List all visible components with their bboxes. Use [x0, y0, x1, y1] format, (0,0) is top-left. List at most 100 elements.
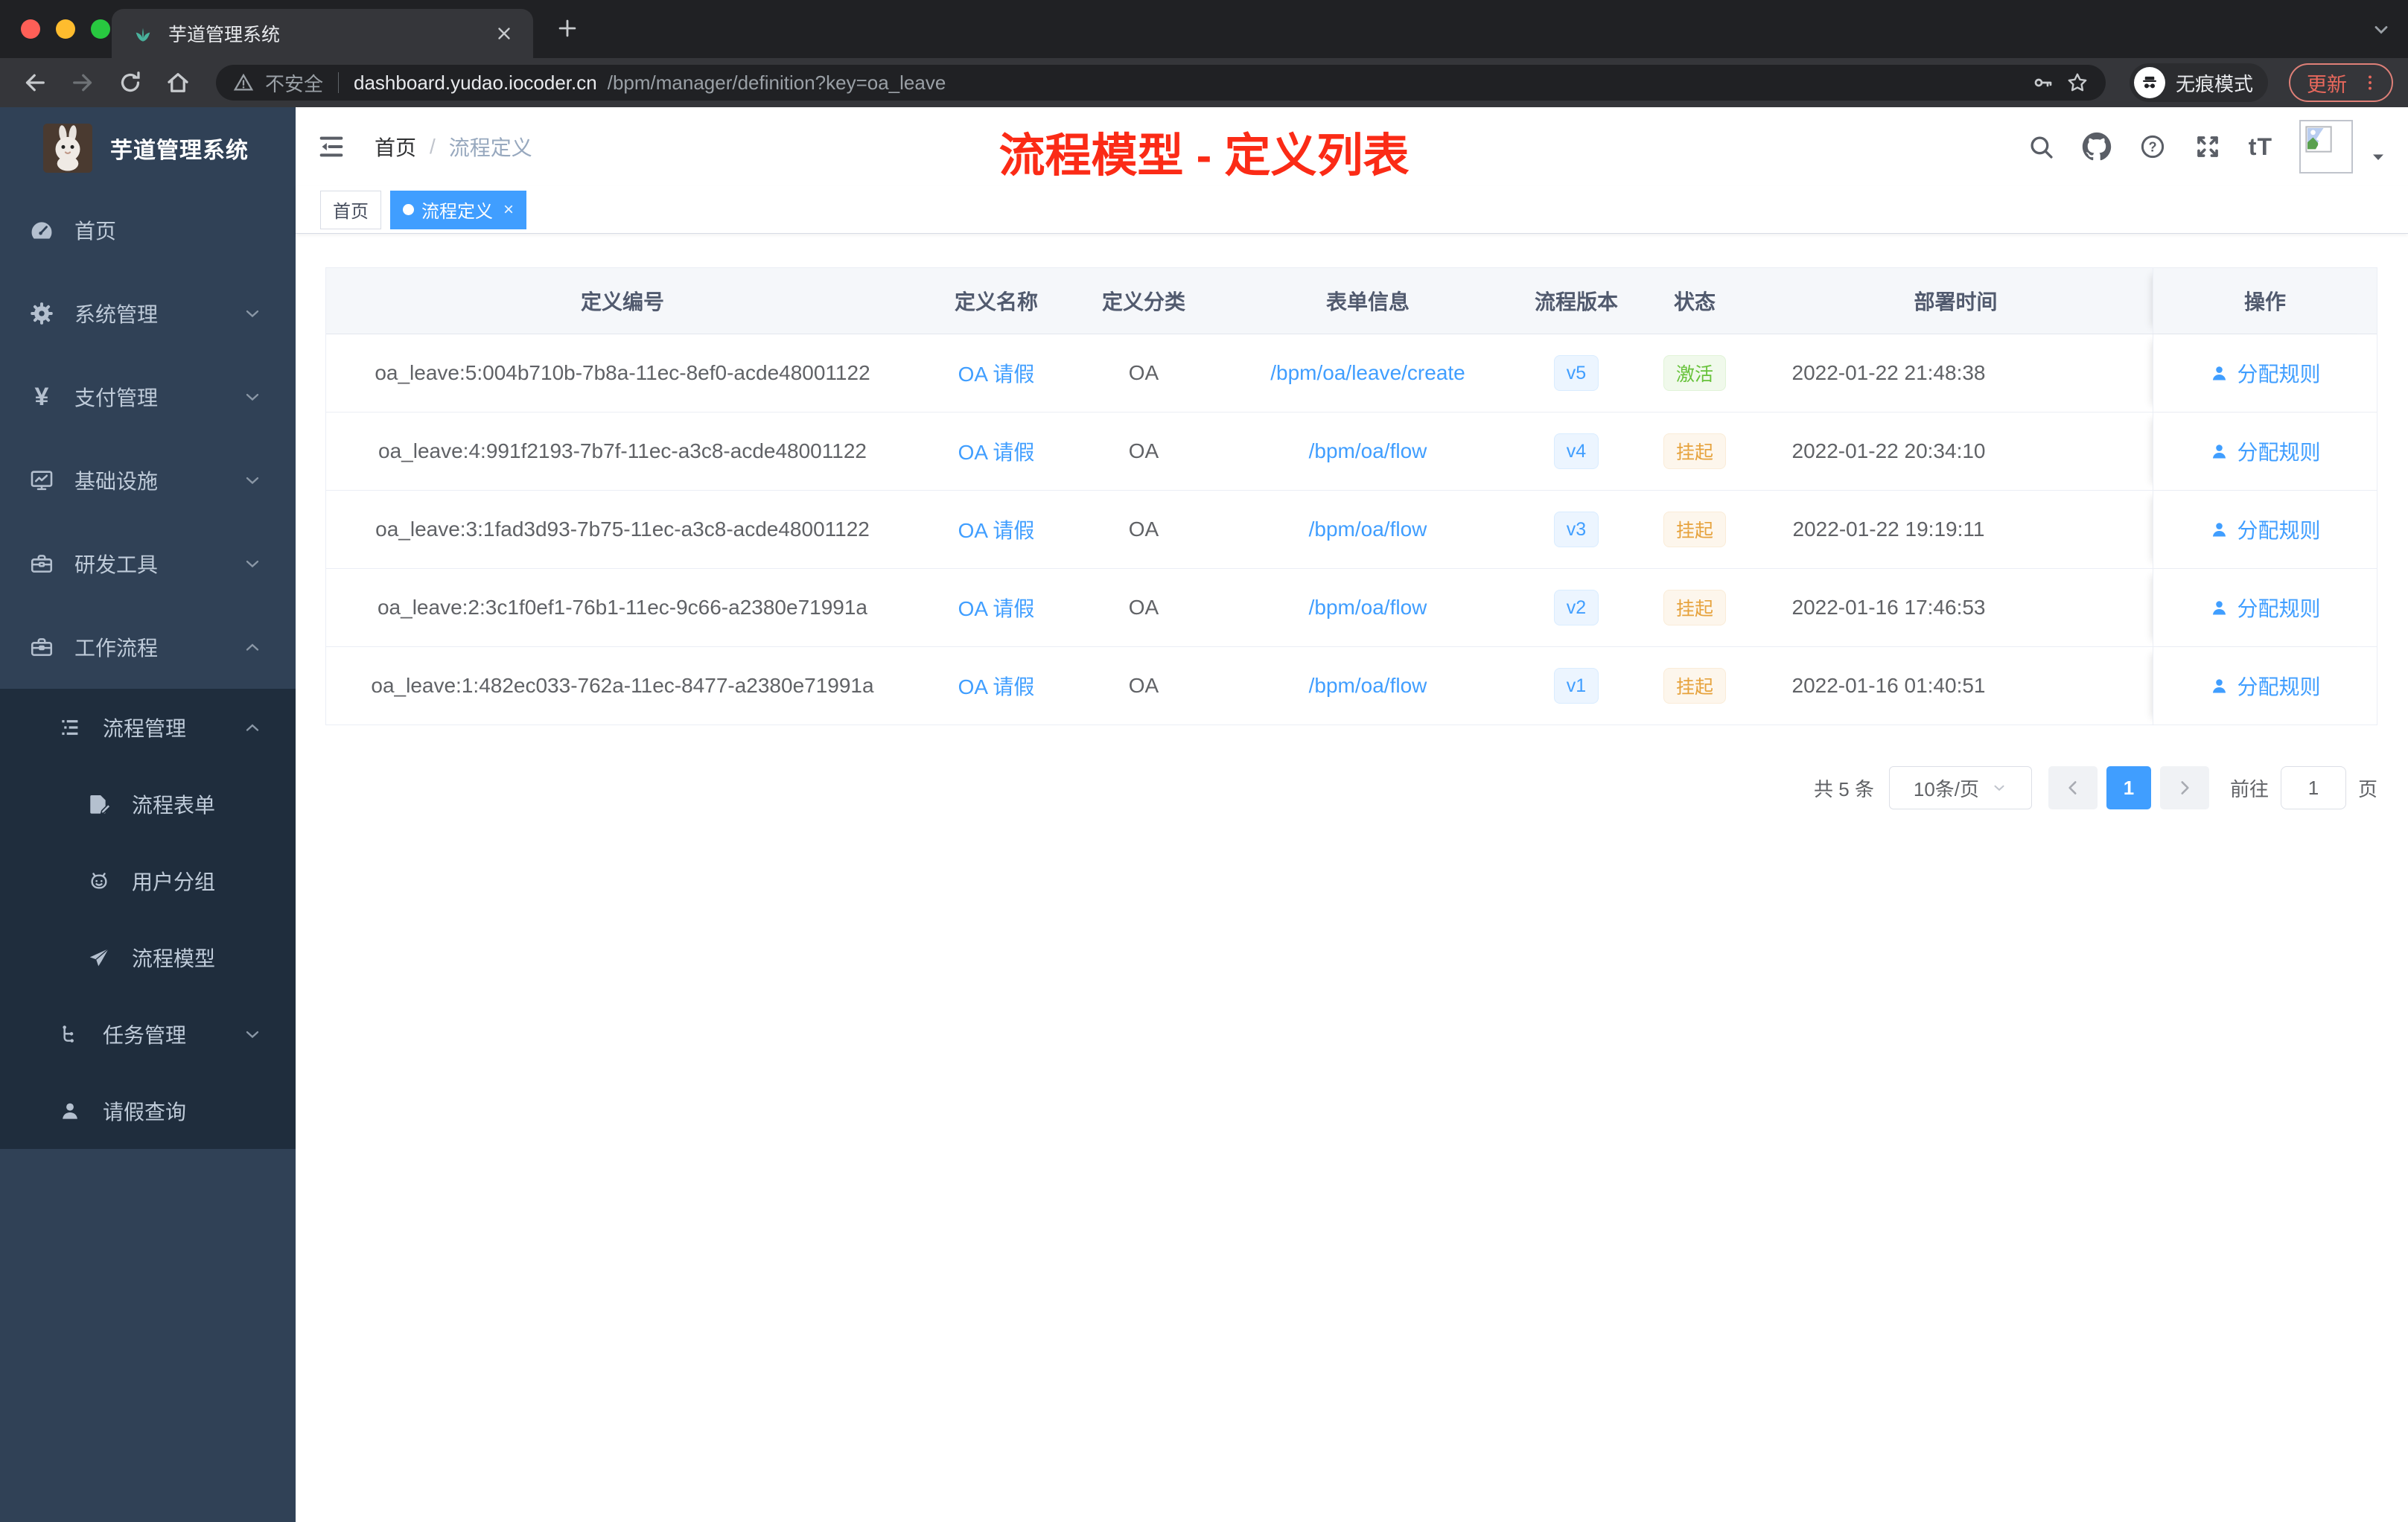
- cell-category: OA: [1128, 596, 1159, 619]
- version-badge: v5: [1553, 355, 1599, 391]
- page-size-select[interactable]: 10条/页: [1888, 766, 2032, 809]
- version-badge: v2: [1553, 590, 1599, 625]
- tab-overflow-chevron-icon[interactable]: [2371, 19, 2392, 40]
- table-row: oa_leave:2:3c1f0ef1-76b1-11ec-9c66-a2380…: [326, 569, 2377, 647]
- sidebar-item-label: 研发工具: [74, 553, 159, 576]
- page-number-button[interactable]: 1: [2106, 766, 2151, 809]
- sidebar-item-infrastructure[interactable]: 基础设施: [0, 439, 296, 522]
- sidebar-item-leave-query[interactable]: 请假查询: [0, 1072, 296, 1149]
- security-warning-icon[interactable]: [232, 71, 255, 94]
- sidebar-item-label: 基础设施: [74, 470, 159, 493]
- sidebar-item-label: 首页: [74, 220, 117, 243]
- breadcrumb-current: 流程定义: [448, 136, 532, 159]
- goto-page-input[interactable]: [2280, 766, 2346, 809]
- sidebar-fold-icon[interactable]: [316, 132, 346, 162]
- assign-rule-button[interactable]: 分配规则: [2209, 515, 2321, 544]
- tag-close-icon[interactable]: ×: [503, 200, 514, 219]
- sidebar-item-label: 支付管理: [74, 386, 159, 410]
- minimize-window-button[interactable]: [56, 19, 75, 39]
- github-icon[interactable]: [2082, 132, 2112, 162]
- sidebar-item-label: 用户分组: [132, 870, 216, 894]
- avatar-caret-down-icon[interactable]: [2369, 148, 2387, 166]
- fullscreen-icon[interactable]: [2194, 133, 2222, 161]
- user-icon: [2213, 444, 2226, 458]
- bookmark-star-icon[interactable]: [2065, 71, 2089, 95]
- table-row: oa_leave:5:004b710b-7b8a-11ec-8ef0-acde4…: [326, 334, 2377, 413]
- form-link[interactable]: /bpm/oa/flow: [1309, 518, 1427, 541]
- avatar[interactable]: [2299, 120, 2353, 173]
- cell-deploy-time: 2022-01-16 17:46:53: [1791, 596, 1986, 619]
- password-key-icon[interactable]: [2031, 71, 2055, 95]
- home-button[interactable]: [158, 63, 198, 103]
- user-icon: [57, 1099, 83, 1123]
- form-link[interactable]: /bpm/oa/flow: [1309, 596, 1427, 620]
- form-link[interactable]: /bpm/oa/leave/create: [1270, 361, 1465, 385]
- back-button[interactable]: [15, 63, 55, 103]
- forward-button[interactable]: [63, 63, 103, 103]
- sidebar-item-process-form[interactable]: 流程表单: [0, 765, 296, 842]
- tag-home[interactable]: 首页: [320, 190, 381, 229]
- next-page-button[interactable]: [2159, 766, 2209, 809]
- breadcrumb-home[interactable]: 首页: [375, 132, 416, 162]
- cell-definition-id: oa_leave:2:3c1f0ef1-76b1-11ec-9c66-a2380…: [377, 596, 867, 619]
- help-icon[interactable]: ?: [2138, 133, 2167, 161]
- definition-name-link[interactable]: OA 请假: [958, 436, 1035, 466]
- browser-tab[interactable]: 芋道管理系统: [112, 9, 533, 58]
- definition-table: 定义编号 定义名称 定义分类 表单信息 流程版本 状态 部署时间 操作 oa_l…: [325, 267, 2377, 725]
- close-window-button[interactable]: [21, 19, 40, 39]
- sidebar-item-workflow[interactable]: 工作流程: [0, 605, 296, 689]
- assign-rule-button[interactable]: 分配规则: [2209, 593, 2321, 623]
- definition-name-link[interactable]: OA 请假: [958, 515, 1035, 544]
- zoom-window-button[interactable]: [91, 19, 110, 39]
- version-badge: v4: [1553, 433, 1599, 469]
- reload-button[interactable]: [110, 63, 150, 103]
- new-tab-button[interactable]: [555, 16, 580, 41]
- incognito-label: 无痕模式: [2175, 72, 2253, 95]
- assign-rule-button[interactable]: 分配规则: [2209, 358, 2321, 388]
- breadcrumb-separator: /: [430, 135, 436, 158]
- sidebar-item-process-model[interactable]: 流程模型: [0, 919, 296, 996]
- table-row: oa_leave:3:1fad3d93-7b75-11ec-a3c8-acde4…: [326, 491, 2377, 569]
- sidebar-item-process-management[interactable]: 流程管理: [0, 689, 296, 765]
- form-link[interactable]: /bpm/oa/flow: [1309, 439, 1427, 463]
- monitor-icon: [28, 468, 55, 493]
- definition-name-link[interactable]: OA 请假: [958, 671, 1035, 701]
- font-size-icon[interactable]: tT: [2249, 133, 2272, 161]
- column-header-deploy-time: 部署时间: [1914, 290, 1998, 313]
- url-divider: [338, 72, 340, 93]
- assign-rule-button[interactable]: 分配规则: [2209, 436, 2321, 466]
- url-domain: dashboard.yudao.iocoder.cn: [354, 71, 597, 94]
- sidebar-item-dev-tools[interactable]: 研发工具: [0, 522, 296, 605]
- tags-view-bar: 首页 流程定义 ×: [296, 186, 2408, 234]
- address-bar[interactable]: 不安全 dashboard.yudao.iocoder.cn/bpm/manag…: [216, 65, 2106, 101]
- update-label[interactable]: 更新: [2307, 69, 2347, 98]
- definition-name-link[interactable]: OA 请假: [958, 358, 1035, 388]
- browser-menu-dots-icon[interactable]: [2360, 73, 2380, 92]
- tag-process-definition[interactable]: 流程定义 ×: [390, 190, 527, 229]
- sidebar-logo[interactable]: 芋道管理系统: [0, 107, 296, 188]
- sidebar-item-system[interactable]: 系统管理: [0, 272, 296, 355]
- chevron-down-icon: [242, 303, 263, 324]
- search-icon[interactable]: [2027, 133, 2055, 161]
- cell-definition-id: oa_leave:5:004b710b-7b8a-11ec-8ef0-acde4…: [375, 361, 870, 384]
- sidebar-item-label: 请假查询: [103, 1100, 187, 1124]
- chevron-down-icon: [1994, 785, 2004, 792]
- security-label[interactable]: 不安全: [265, 69, 323, 97]
- definition-name-link[interactable]: OA 请假: [958, 593, 1035, 623]
- tag-active-dot: [403, 204, 414, 215]
- prev-page-button[interactable]: [2048, 766, 2098, 809]
- form-link[interactable]: /bpm/oa/flow: [1309, 674, 1427, 698]
- assign-rule-button[interactable]: 分配规则: [2209, 671, 2321, 701]
- pagination-total: 共 5 条: [1814, 777, 1874, 800]
- chevron-down-icon: [242, 386, 263, 407]
- pagination: 共 5 条 10条/页 1 前往 页: [325, 766, 2377, 809]
- sidebar-item-payment[interactable]: ¥ 支付管理: [0, 355, 296, 439]
- chevron-down-icon: [242, 470, 263, 491]
- sidebar-item-task-management[interactable]: 任务管理: [0, 996, 296, 1072]
- browser-update-button[interactable]: 更新: [2289, 63, 2393, 102]
- tab-close-icon[interactable]: [494, 24, 514, 43]
- cell-deploy-time: 2022-01-22 20:34:10: [1791, 439, 1986, 462]
- favicon-sprout-icon: [131, 22, 155, 45]
- sidebar-item-user-group[interactable]: 用户分组: [0, 842, 296, 919]
- sidebar-item-home[interactable]: 首页: [0, 188, 296, 272]
